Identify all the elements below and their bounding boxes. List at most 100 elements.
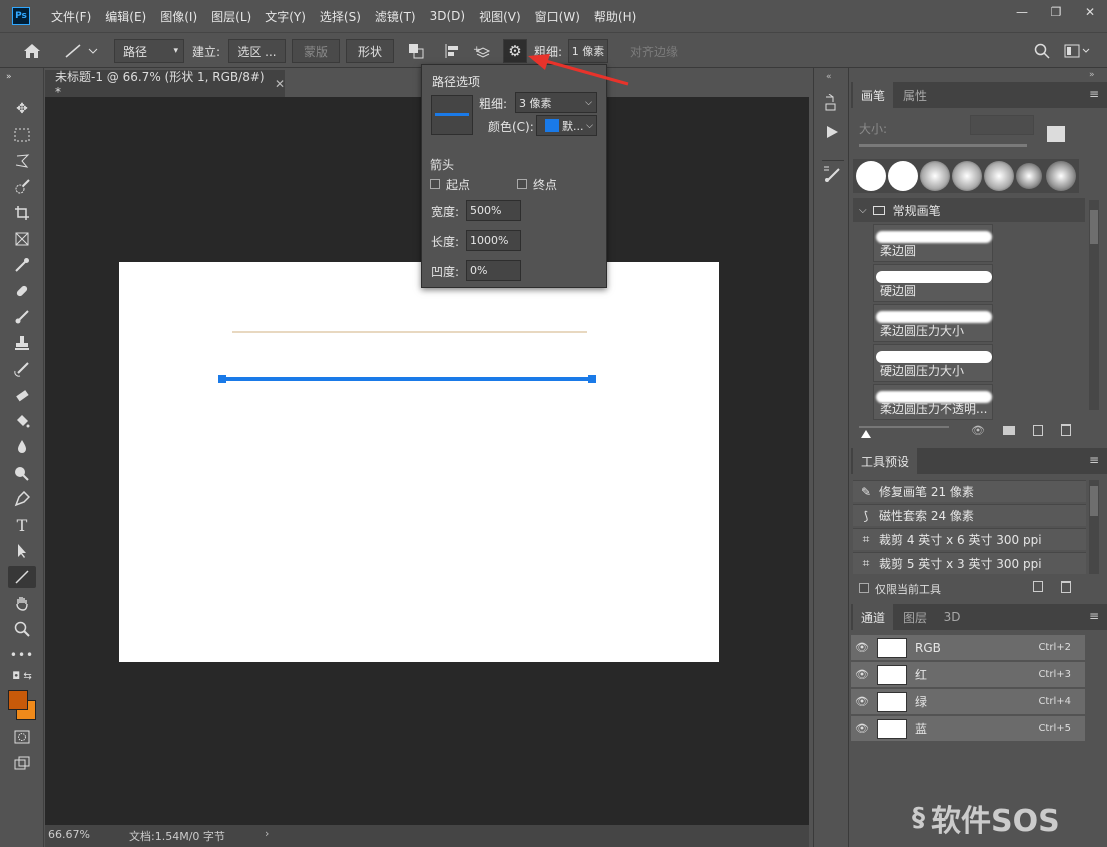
brush-size-input[interactable]	[970, 115, 1034, 135]
screen-mode-icon[interactable]	[8, 752, 36, 774]
shape-path-line[interactable]	[222, 377, 592, 381]
quick-mask-icon[interactable]	[8, 726, 36, 748]
brush-tip-hard-round[interactable]	[856, 161, 886, 191]
actions-play-icon[interactable]	[824, 124, 840, 143]
dodge-tool-icon[interactable]	[8, 462, 36, 484]
history-brush-tool-icon[interactable]	[8, 358, 36, 380]
channel-row-red[interactable]: 👁 红 Ctrl+3	[851, 662, 1085, 688]
crop-tool-icon[interactable]	[8, 202, 36, 224]
zoom-level[interactable]: 66.67%	[48, 828, 90, 841]
swap-colors-icon[interactable]: ◘ ⇆	[8, 668, 36, 684]
foreground-color-swatch[interactable]	[8, 690, 28, 710]
path-anchor-start[interactable]	[218, 375, 226, 383]
maximize-button[interactable]: ❐	[1039, 0, 1073, 24]
brush-folder-row[interactable]: ⌵ 常规画笔	[853, 198, 1085, 222]
close-button[interactable]: ✕	[1073, 0, 1107, 24]
tool-preset-item[interactable]: ✎ 修复画笔 21 像素	[853, 480, 1086, 502]
brush-settings-icon[interactable]	[823, 164, 841, 185]
path-anchor-end[interactable]	[588, 375, 596, 383]
home-button[interactable]	[14, 39, 50, 63]
brush-item[interactable]: 硬边圆	[873, 264, 993, 302]
path-weight-select[interactable]: 3 像素 ⌵	[515, 92, 597, 113]
brush-size-slider[interactable]	[859, 144, 1027, 147]
eye-icon[interactable]: 👁	[851, 641, 873, 654]
toggle-visibility-icon[interactable]: 👁	[971, 424, 985, 437]
new-folder-icon[interactable]	[1003, 426, 1015, 435]
path-color-select[interactable]: 默... ⌵	[536, 115, 597, 136]
brush-preview-slider[interactable]	[859, 426, 949, 428]
tab-layers[interactable]: 图层	[895, 604, 935, 630]
eye-icon[interactable]: 👁	[851, 668, 873, 681]
workspace-button[interactable]	[1060, 39, 1094, 63]
menu-image[interactable]: 图像(I)	[153, 8, 204, 25]
eye-icon[interactable]: 👁	[851, 722, 873, 735]
more-tools-icon[interactable]: •••	[8, 644, 36, 666]
marquee-tool-icon[interactable]	[8, 124, 36, 146]
tab-brushes[interactable]: 画笔	[853, 82, 893, 108]
tool-preset-item[interactable]: ⌗ 裁剪 4 英寸 x 6 英寸 300 ppi	[853, 528, 1086, 550]
chevron-right-icon[interactable]: ›	[265, 827, 269, 840]
new-tool-preset-icon[interactable]	[1033, 581, 1043, 592]
delete-icon[interactable]	[1061, 424, 1071, 436]
tab-3d[interactable]: 3D	[937, 604, 967, 630]
scrollbar-thumb[interactable]	[1090, 210, 1098, 244]
brush-item[interactable]: 柔边圆压力大小	[873, 304, 993, 342]
selection-button[interactable]: 选区 ...	[228, 39, 286, 63]
brush-item[interactable]: 柔边圆	[873, 224, 993, 262]
collapse-panels-icon[interactable]: »	[1089, 70, 1095, 80]
tool-preset-item[interactable]: ⌗ 裁剪 5 英寸 x 3 英寸 300 ppi	[853, 552, 1086, 574]
expand-panels-icon[interactable]: «	[826, 72, 832, 82]
menu-window[interactable]: 窗口(W)	[528, 8, 587, 25]
arrow-concavity-input[interactable]: 0%	[466, 260, 521, 281]
line-tool-preset-button[interactable]	[58, 39, 104, 63]
presets-scrollbar[interactable]	[1089, 480, 1099, 574]
menu-view[interactable]: 视图(V)	[472, 8, 528, 25]
search-button[interactable]	[1030, 39, 1054, 63]
brush-tip-soft-round[interactable]	[920, 161, 950, 191]
eye-icon[interactable]: 👁	[851, 695, 873, 708]
brush-item[interactable]: 柔边圆压力不透明...	[873, 384, 993, 420]
path-alignment-button[interactable]	[440, 39, 464, 63]
start-arrow-checkbox[interactable]	[430, 179, 440, 189]
end-arrow-checkbox[interactable]	[517, 179, 527, 189]
menu-filter[interactable]: 滤镜(T)	[368, 8, 423, 25]
pen-tool-icon[interactable]	[8, 488, 36, 510]
blur-tool-icon[interactable]	[8, 436, 36, 458]
new-brush-icon[interactable]	[1047, 126, 1065, 142]
hand-tool-icon[interactable]	[8, 592, 36, 614]
brush-tip-hard-round-2[interactable]	[888, 161, 918, 191]
eyedropper-tool-icon[interactable]	[8, 254, 36, 276]
arrow-width-input[interactable]: 500%	[466, 200, 521, 221]
menu-layer[interactable]: 图层(L)	[204, 8, 258, 25]
brush-tool-icon[interactable]	[8, 306, 36, 328]
tool-preset-item[interactable]: ⟆ 磁性套索 24 像素	[853, 504, 1086, 526]
history-panel-icon[interactable]	[823, 93, 841, 115]
path-arrangement-button[interactable]: +	[470, 39, 494, 63]
clone-stamp-tool-icon[interactable]	[8, 332, 36, 354]
lasso-tool-icon[interactable]	[8, 150, 36, 172]
menu-type[interactable]: 文字(Y)	[258, 8, 313, 25]
channel-row-green[interactable]: 👁 绿 Ctrl+4	[851, 689, 1085, 715]
eraser-tool-icon[interactable]	[8, 384, 36, 406]
brush-tip-soft-round-2[interactable]	[952, 161, 982, 191]
paint-bucket-tool-icon[interactable]	[8, 410, 36, 432]
panel-menu-icon[interactable]: ≡	[1089, 87, 1099, 101]
brush-item[interactable]: 硬边圆压力大小	[873, 344, 993, 382]
menu-file[interactable]: 文件(F)	[44, 8, 98, 25]
type-tool-icon[interactable]: T	[8, 514, 36, 536]
zoom-tool-icon[interactable]	[8, 618, 36, 640]
brush-tip-soft-small[interactable]	[1016, 163, 1042, 189]
menu-help[interactable]: 帮助(H)	[587, 8, 643, 25]
current-tool-only-checkbox[interactable]	[859, 583, 869, 593]
panel-menu-icon[interactable]: ≡	[1089, 609, 1099, 623]
shape-button[interactable]: 形状	[346, 39, 394, 63]
slider-handle-icon[interactable]	[861, 430, 871, 438]
brush-list-scrollbar[interactable]	[1089, 200, 1099, 410]
panel-menu-icon[interactable]: ≡	[1089, 453, 1099, 467]
quick-selection-tool-icon[interactable]	[8, 176, 36, 198]
menu-select[interactable]: 选择(S)	[313, 8, 368, 25]
scrollbar-thumb[interactable]	[1090, 486, 1098, 516]
mask-button[interactable]: 蒙版	[292, 39, 340, 63]
close-tab-icon[interactable]: ✕	[275, 77, 285, 91]
mode-select[interactable]: 路径 ▾	[114, 39, 184, 63]
